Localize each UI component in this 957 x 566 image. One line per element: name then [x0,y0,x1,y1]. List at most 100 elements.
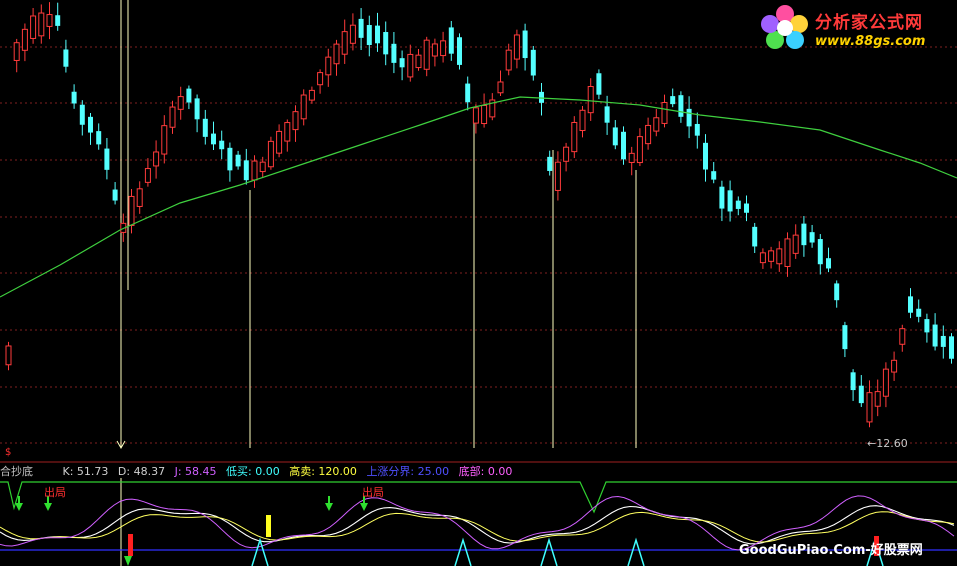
candle-body [276,130,283,154]
indicator-name: 合抄底 [0,465,33,478]
brand-title: 分析家公式网 [815,13,923,33]
candle-body [243,160,249,181]
candle-body [112,189,118,201]
candle-body [227,147,233,171]
candle-body [267,140,274,168]
low-price-label: ←12.60 [867,437,908,450]
down-arrow-icon [325,503,333,511]
candle-body [694,123,700,136]
candle-body [169,106,176,128]
candle-body [481,105,488,125]
candle-body [850,372,856,391]
candle-body [703,142,708,170]
candle-body [358,18,364,38]
candle-body [858,385,864,404]
candle-body [46,14,53,27]
candle-body [554,161,561,191]
candle-body [38,12,45,37]
candle-body [908,296,913,313]
candle-body [349,24,356,44]
candle-body [932,324,938,347]
candle-body [333,43,340,65]
field-rise-boundary: 上涨分界: 25.00 [366,465,450,478]
candle-body [587,86,594,114]
candle-body [744,203,749,213]
candle-body [530,49,536,76]
candle-body [465,83,471,103]
candle-body [505,49,512,71]
down-arrow-icon [44,503,52,511]
buy-signal-icon [454,537,472,566]
candle-body [497,81,504,94]
field-low-buy: 低买: 0.00 [226,465,280,478]
candle-body [194,98,200,120]
candle-body [259,161,266,173]
candle-body [79,104,85,125]
watermark: GoodGuPiao.Com-好股票网 [739,543,923,558]
buy-signal-icon [251,537,269,566]
down-arrow-icon [124,556,132,566]
candle-body [563,146,570,162]
candle-body [366,25,372,46]
candle-body [891,359,898,373]
candle-body [177,96,184,110]
indicator-header: 合抄底 K: 51.73 D: 48.37 J: 58.45 低买: 0.00 … [0,463,518,478]
candle-body [924,319,930,333]
candle-body [219,140,225,150]
candle-body [604,106,610,123]
candle-body [235,154,241,167]
candle-body [341,31,348,55]
candle-body [612,127,618,146]
candle-body [571,121,578,153]
candle-body [55,15,61,26]
candle-body [186,88,192,103]
candle-body [784,238,791,267]
candle-body [136,188,143,207]
candle-body [308,89,315,101]
candle-body [415,54,422,69]
candle-body [817,239,823,265]
candle-body [440,40,447,57]
candle-body [636,136,643,164]
candle-body [539,91,544,103]
flower-logo-icon [761,5,808,49]
kdj-line [0,511,955,543]
candle-body [88,116,93,133]
candle-body [792,234,799,254]
candle-body [63,49,69,67]
candle-body [423,39,430,70]
candle-body [547,156,553,171]
candle-body [513,34,520,60]
buy-signal-icon [627,537,645,566]
candle-body [375,25,380,44]
candle-body [826,258,831,269]
candle-body [251,160,258,181]
candle-body [13,42,20,61]
candle-body [161,125,168,155]
candle-body [882,368,889,397]
candle-body [670,96,676,105]
candle-body [202,118,208,137]
stock-chart[interactable] [0,0,957,566]
candle-body [5,345,12,366]
candle-body [874,391,881,407]
moving-average-line [0,96,957,298]
candle-body [752,226,758,247]
brand-url: www.88gs.com [815,34,926,49]
dollar-marker: $ [5,447,12,458]
field-j: J: 58.45 [174,465,217,478]
candle-body [292,111,299,131]
brand-logo: 分析家公式网 www.88gs.com [757,2,953,54]
candle-body [325,56,332,76]
candle-body [284,122,291,142]
candle-body [431,43,438,57]
candle-body [457,37,462,65]
candle-body [661,102,668,124]
candle-body [153,151,160,167]
field-k: K: 51.73 [62,465,109,478]
candle-body [711,171,717,180]
candle-body [104,148,110,170]
candle-body [472,107,479,124]
candle-body [407,53,414,78]
candle-body [686,108,692,127]
